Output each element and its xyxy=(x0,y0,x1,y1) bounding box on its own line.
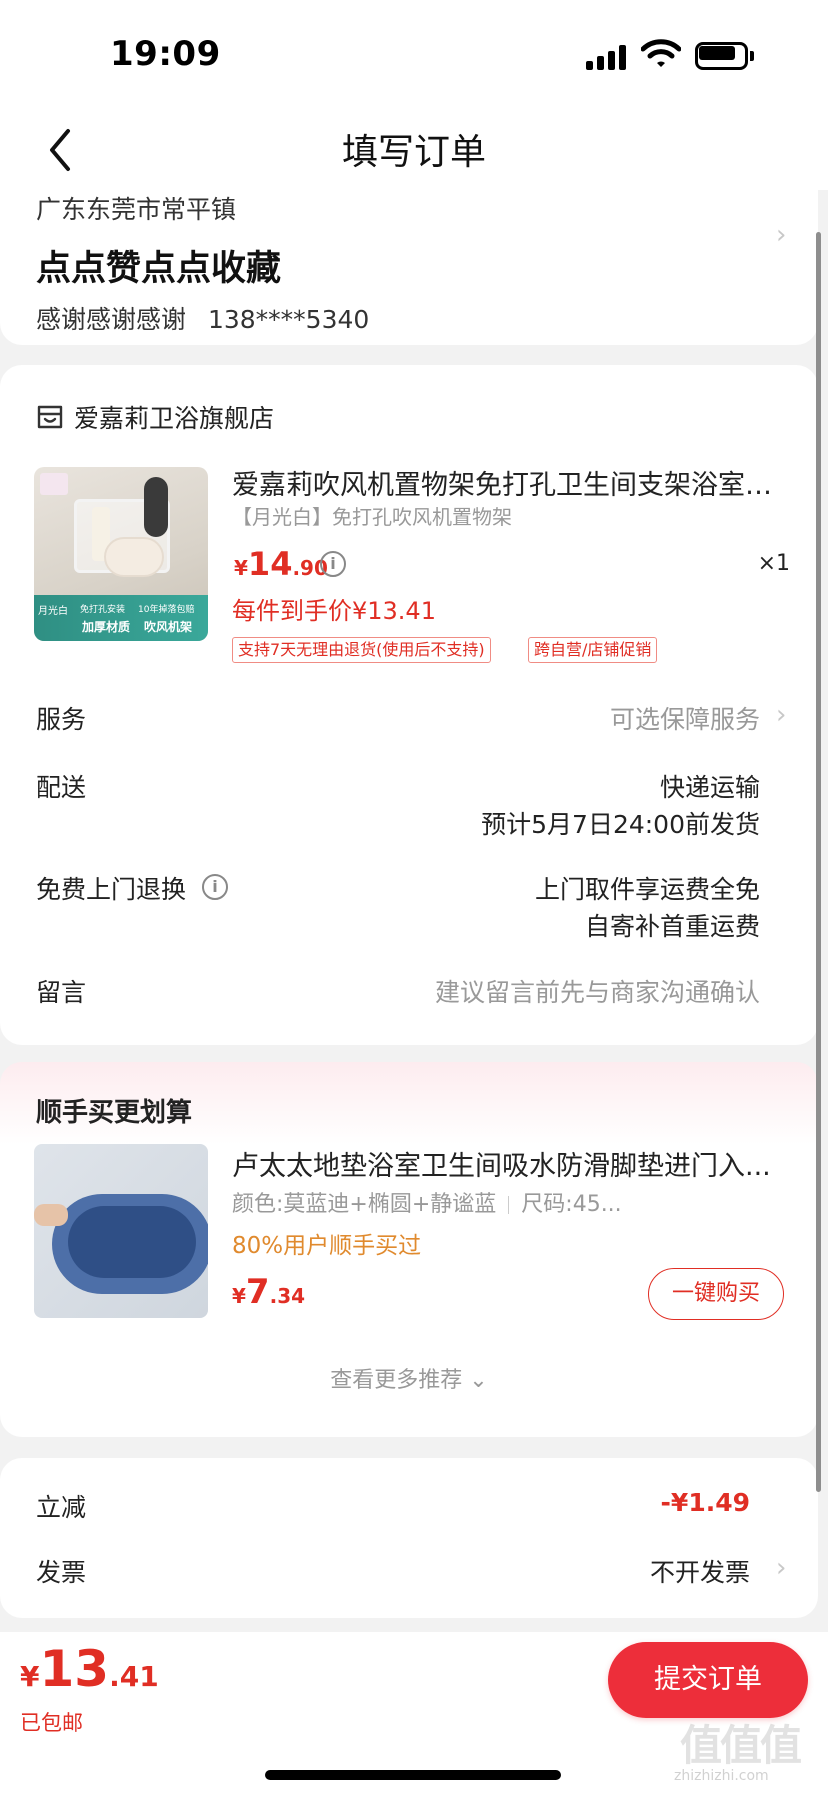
upsell-item-title[interactable]: 卢太太地垫浴室卫生间吸水防滑脚垫进门入... xyxy=(232,1144,792,1183)
store-icon xyxy=(37,405,63,429)
upsell-price-symbol: ¥ xyxy=(232,1284,246,1308)
upsell-card: 顺手买更划算 卢太太地垫浴室卫生间吸水防滑脚垫进门入... 颜色:莫蓝迪+椭圆+… xyxy=(0,1062,818,1437)
unit-price: 每件到手价¥13.41 xyxy=(232,597,436,625)
home-indicator[interactable] xyxy=(265,1770,561,1780)
total-price: ¥13.41 xyxy=(20,1640,159,1698)
checkout-bar: ¥13.41 已包邮 提交订单 值值值 zhizhizhi.com xyxy=(0,1632,828,1795)
return-label: 免费上门退换 xyxy=(36,875,187,904)
chevron-right-icon: › xyxy=(776,220,787,250)
invoice-value[interactable]: 不开发票 xyxy=(650,1553,750,1589)
total-price-decimal: .41 xyxy=(109,1660,159,1693)
return-value-self: 自寄补首重运费 xyxy=(584,912,760,941)
total-price-symbol: ¥ xyxy=(20,1660,40,1693)
image-label-material: 加厚材质 xyxy=(82,620,131,634)
image-label-color: 月光白 xyxy=(38,606,68,617)
upsell-item-color: 颜色:莫蓝迪+椭圆+静谧蓝 xyxy=(232,1192,497,1217)
scrollbar[interactable] xyxy=(816,232,821,1492)
image-label-warranty: 10年掉落包赔 xyxy=(138,605,195,615)
product-spec[interactable]: 【月光白】免打孔吹风机置物架 xyxy=(232,501,512,530)
delivery-eta: 预计5月7日24:00前发货 xyxy=(481,810,760,839)
price-integer: 14 xyxy=(247,545,293,583)
upsell-item-spec: 颜色:莫蓝迪+椭圆+静谧蓝 尺码:45... xyxy=(232,1186,622,1218)
message-input[interactable]: 建议留言前先与商家沟通确认 xyxy=(435,973,760,1009)
image-label-type: 吹风机架 xyxy=(144,620,193,634)
service-chevron-icon: › xyxy=(776,700,787,730)
upsell-price-decimal: .34 xyxy=(269,1284,306,1308)
recipient-phone: 138****5340 xyxy=(207,305,370,334)
discount-value: -¥1.49 xyxy=(660,1488,750,1517)
price-info-icon[interactable]: i xyxy=(320,551,346,577)
product-quantity: ×1 xyxy=(757,551,790,576)
status-bar: 19:09 xyxy=(0,0,828,115)
address-region: 广东东莞市常平镇 xyxy=(36,195,237,224)
invoice-chevron-icon: › xyxy=(776,1553,787,1583)
submit-order-button[interactable]: 提交订单 xyxy=(608,1642,808,1718)
mat-inner-shape xyxy=(68,1206,196,1278)
store-row[interactable]: 爱嘉莉卫浴旗舰店 xyxy=(36,397,274,437)
upsell-price: ¥7.34 xyxy=(232,1272,305,1312)
wifi-icon xyxy=(641,39,681,67)
watermark-url: zhizhizhi.com xyxy=(674,1768,769,1784)
message-label: 留言 xyxy=(36,978,87,1007)
return-value-pickup: 上门取件享运费全免 xyxy=(534,875,760,904)
upsell-title: 顺手买更划算 xyxy=(36,1098,193,1128)
return-info-icon[interactable]: i xyxy=(202,874,228,900)
price-symbol: ¥ xyxy=(234,556,248,580)
delivery-value: 快递运输 xyxy=(659,773,760,802)
status-time: 19:09 xyxy=(110,34,221,74)
more-recommendations-link[interactable]: 查看更多推荐 ⌄ xyxy=(0,1362,818,1394)
shipping-note: 已包邮 xyxy=(20,1711,83,1735)
address-detail: 点点赞点点收藏 xyxy=(36,249,282,289)
brand-badge xyxy=(40,473,68,495)
watermark-logo: 值值值 xyxy=(680,1721,802,1770)
recipient-name: 感谢感谢感谢 xyxy=(36,305,187,334)
one-click-buy-button[interactable]: 一键购买 xyxy=(648,1268,784,1320)
service-value[interactable]: 可选保障服务 xyxy=(610,700,760,736)
address-card[interactable]: 广东东莞市常平镇 点点赞点点收藏 感谢感谢感谢 138****5340 › xyxy=(0,190,818,345)
summary-card: 立减 -¥1.49 发票 不开发票 › xyxy=(0,1458,818,1618)
product-image[interactable]: 月光白 免打孔安装 10年掉落包赔 加厚材质 吹风机架 xyxy=(34,467,208,641)
upsell-product-image[interactable] xyxy=(34,1144,208,1318)
cellular-signal-icon xyxy=(586,44,630,70)
order-card: 爱嘉莉卫浴旗舰店 月光白 免打孔安装 10年掉落包赔 加厚材质 吹风机架 爱嘉莉… xyxy=(0,365,818,1045)
nav-bar: 填写订单 xyxy=(0,115,828,190)
product-price: ¥14.90 xyxy=(234,545,328,583)
product-title[interactable]: 爱嘉莉吹风机置物架免打孔卫生间支架浴室壁挂... xyxy=(232,463,792,502)
invoice-label: 发票 xyxy=(36,1558,87,1587)
dryer-shape xyxy=(104,537,164,577)
service-label: 服务 xyxy=(36,705,87,734)
address-contact: 感谢感谢感谢 138****5340 xyxy=(36,300,383,336)
image-label-install: 免打孔安装 xyxy=(80,605,126,615)
upsell-item-size: 尺码:45... xyxy=(521,1192,622,1217)
upsell-price-integer: 7 xyxy=(245,1272,270,1312)
upsell-buyers: 80%用户顺手买过 xyxy=(232,1233,422,1259)
store-name: 爱嘉莉卫浴旗舰店 xyxy=(74,404,275,433)
battery-icon xyxy=(695,42,755,70)
hand-shape xyxy=(34,1204,68,1226)
brush-shape xyxy=(144,477,168,537)
page-title: 填写订单 xyxy=(341,132,486,173)
promotion-tag: 跨自营/店铺促销 xyxy=(528,637,658,663)
total-price-integer: 13 xyxy=(39,1640,110,1698)
discount-label: 立减 xyxy=(36,1493,87,1522)
return-policy-tag: 支持7天无理由退货(使用后不支持) xyxy=(232,637,491,663)
delivery-label: 配送 xyxy=(36,773,87,802)
order-screen: 19:09 填写订单 广东东莞市常平镇 点点赞点点收藏 感谢感谢感谢 138**… xyxy=(0,0,828,1795)
